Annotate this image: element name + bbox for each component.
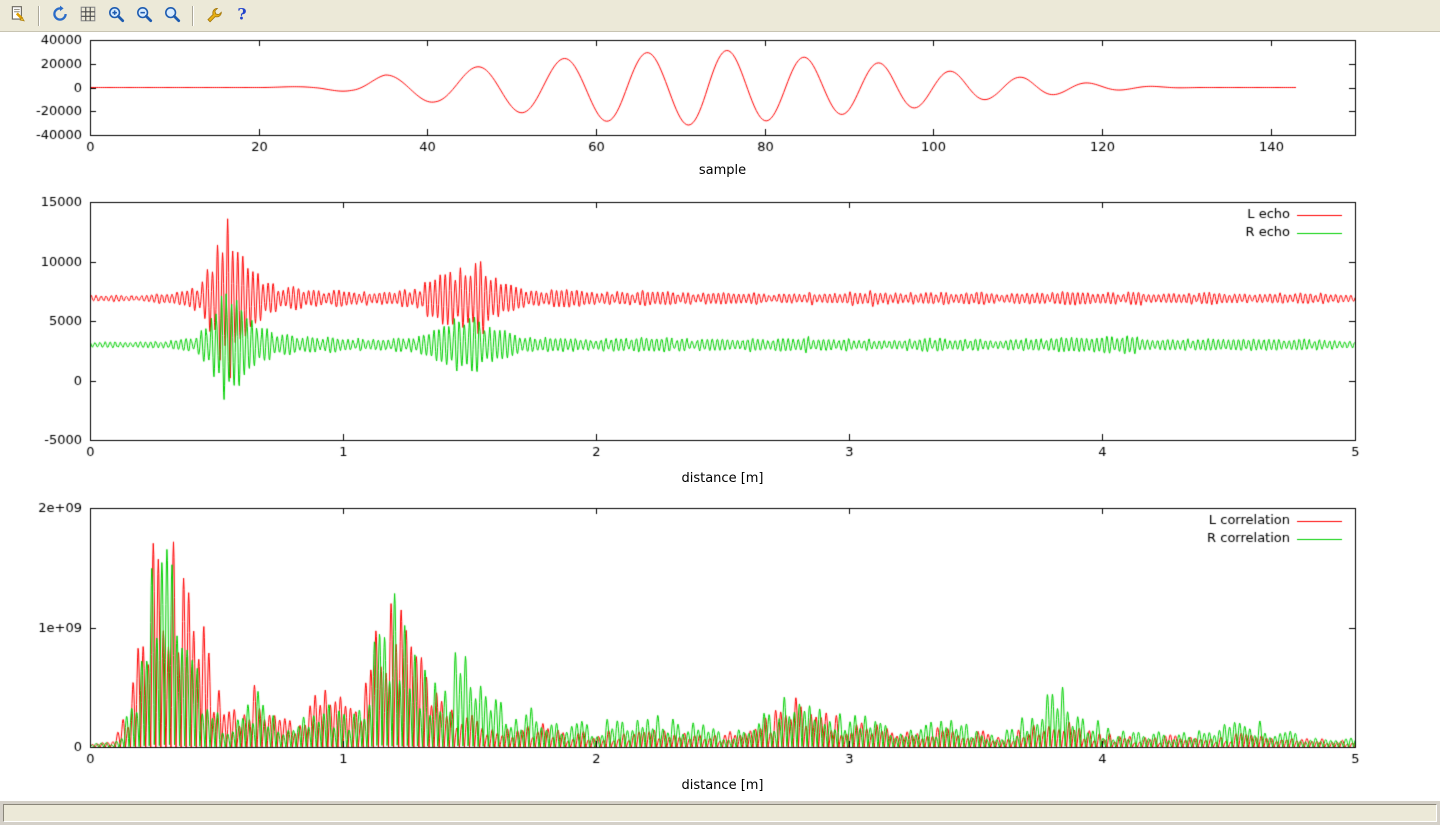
toolbar-separator: [192, 6, 194, 26]
grid-icon: [79, 5, 97, 26]
toolbar-separator: [38, 6, 40, 26]
export-button[interactable]: [5, 3, 31, 29]
help-button[interactable]: ?: [229, 3, 255, 29]
plot-canvas[interactable]: [0, 32, 1440, 801]
config-button[interactable]: [201, 3, 227, 29]
grid-button[interactable]: [75, 3, 101, 29]
chart3-x-axis-label: distance [m]: [90, 778, 1355, 795]
export-icon: [9, 5, 27, 26]
replot-button[interactable]: [47, 3, 73, 29]
zoom-reset-icon: [163, 5, 181, 26]
toolbar: ?: [0, 0, 1440, 32]
replot-icon: [51, 5, 69, 26]
zoom-in-button[interactable]: [103, 3, 129, 29]
zoom-out-button[interactable]: [131, 3, 157, 29]
chart1-x-axis-label: sample: [90, 163, 1355, 180]
status-bar: [0, 801, 1440, 825]
zoom-out-icon: [135, 5, 153, 26]
zoom-in-icon: [107, 5, 125, 26]
wrench-icon: [205, 5, 223, 26]
help-icon: ?: [233, 5, 251, 26]
status-bar-text: [3, 804, 1437, 822]
chart2-x-axis-label: distance [m]: [90, 471, 1355, 488]
svg-text:?: ?: [237, 5, 246, 23]
zoom-reset-button[interactable]: [159, 3, 185, 29]
